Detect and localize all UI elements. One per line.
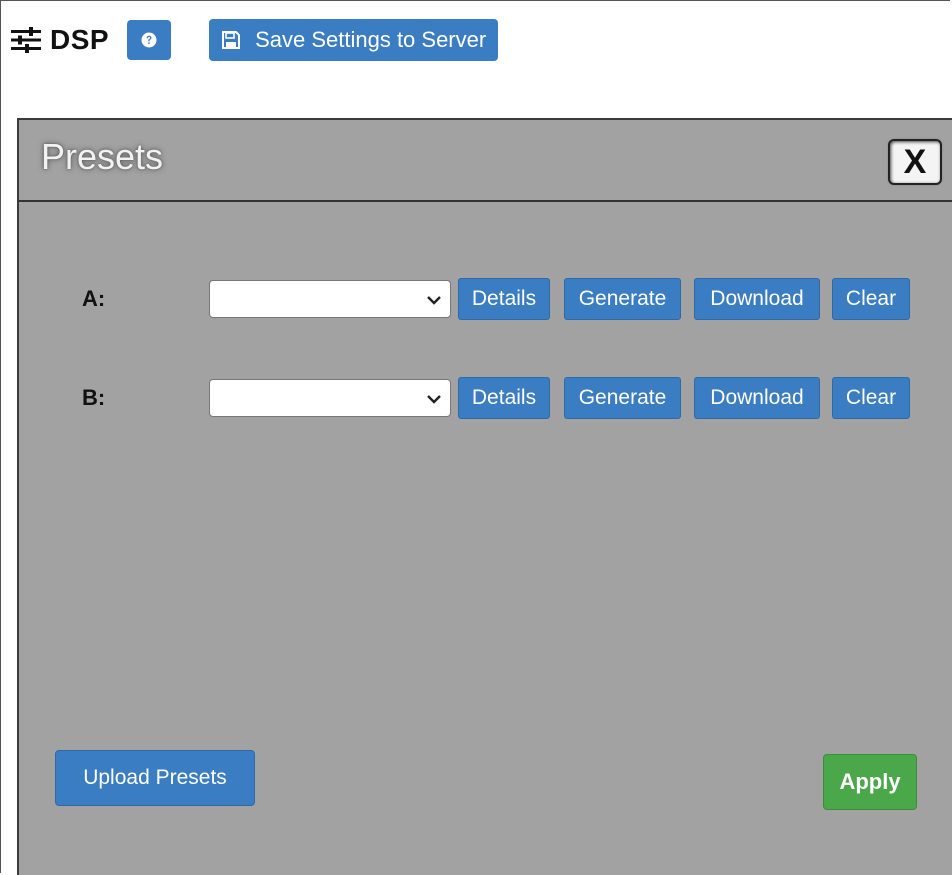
preset-a-select[interactable]: [209, 280, 451, 318]
preset-b-select[interactable]: [209, 379, 451, 417]
chevron-down-icon: [427, 395, 441, 404]
preset-b-clear-button[interactable]: Clear: [832, 377, 910, 419]
app-title: DSP: [50, 24, 110, 55]
upload-presets-button[interactable]: Upload Presets: [55, 750, 255, 806]
question-circle-icon: [141, 32, 157, 48]
dialog-header: Presets X: [19, 120, 952, 202]
presets-dialog: Presets X A: Details Generate Download C…: [17, 118, 952, 875]
preset-a-generate-button[interactable]: Generate: [564, 278, 681, 320]
preset-a-label: A:: [82, 286, 106, 311]
preset-b-download-button[interactable]: Download: [694, 377, 820, 419]
help-button[interactable]: [127, 20, 172, 60]
preset-b-label: B:: [82, 385, 106, 410]
preset-a-details-button[interactable]: Details: [458, 278, 550, 320]
preset-b-generate-button[interactable]: Generate: [564, 377, 681, 419]
preset-a-download-button[interactable]: Download: [694, 278, 820, 320]
save-settings-label: Save Settings to Server: [255, 27, 487, 52]
preset-a-clear-button[interactable]: Clear: [832, 278, 910, 320]
close-button[interactable]: X: [888, 139, 942, 185]
sliders-icon: [11, 27, 41, 53]
save-settings-button[interactable]: Save Settings to Server: [209, 19, 499, 61]
preset-row-a: A: Details Generate Download Clear: [19, 278, 952, 320]
top-toolbar: DSP Save Settings to Server: [10, 18, 499, 62]
dialog-title: Presets: [41, 136, 164, 177]
floppy-disk-icon: [222, 31, 241, 49]
chevron-down-icon: [427, 296, 441, 305]
apply-button[interactable]: Apply: [823, 754, 917, 810]
preset-row-b: B: Details Generate Download Clear: [19, 377, 952, 419]
preset-b-details-button[interactable]: Details: [458, 377, 550, 419]
